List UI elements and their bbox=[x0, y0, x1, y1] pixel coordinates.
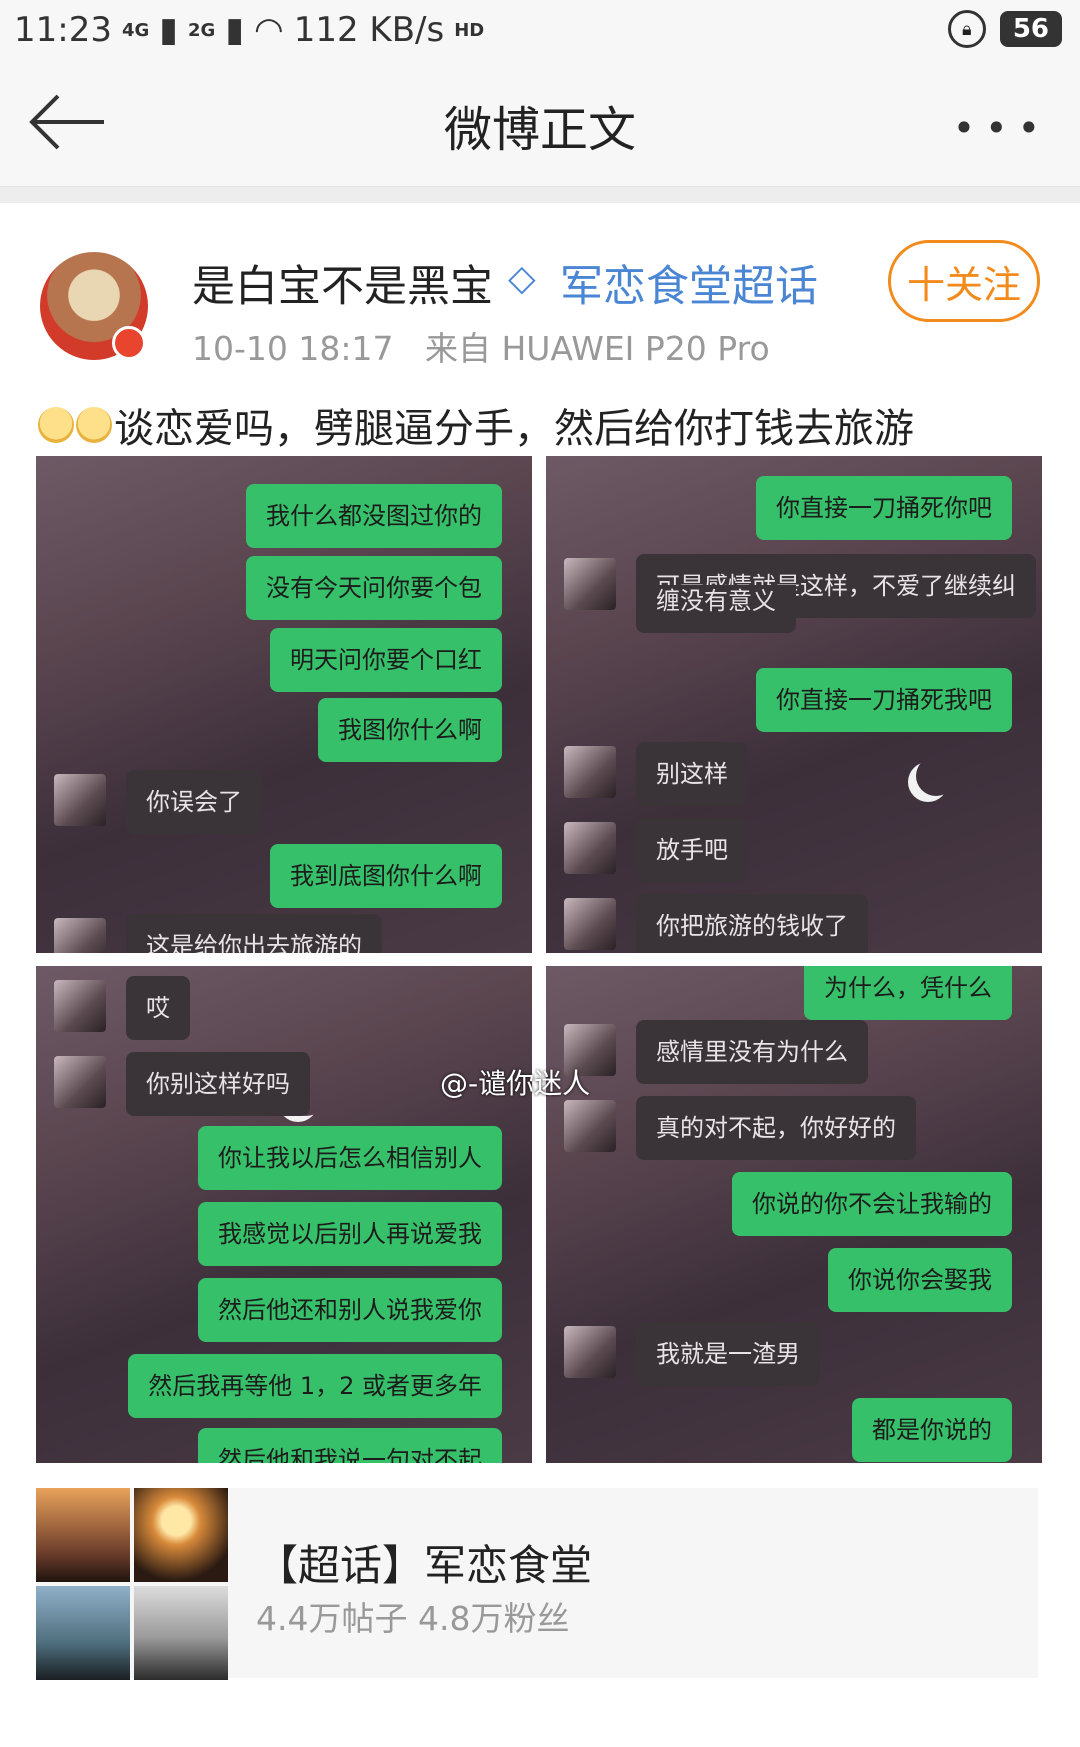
chat-bubble: 我感觉以后别人再说爱我 bbox=[198, 1202, 502, 1267]
doge-emoji-icon bbox=[76, 407, 112, 443]
topic-link[interactable]: 军恋食堂超话 bbox=[560, 252, 818, 314]
chat-bubble: 这是给你出去旅游的 bbox=[126, 914, 382, 953]
chat-bubble: 明天问你要个口红 bbox=[270, 628, 502, 693]
chat-bubble: 我图你什么啊 bbox=[318, 698, 502, 763]
status-right: 🔒︎ 56 bbox=[947, 10, 1062, 48]
topic-thumb bbox=[134, 1586, 228, 1680]
network-2g: 2G bbox=[188, 19, 216, 41]
post-image-2[interactable]: 你直接一刀捅死你吧 可是感情就是这样，不爱了继续纠 缠没有意义 你直接一刀捅死我吧 别这… bbox=[546, 456, 1042, 953]
chat-bubble: 我到底图你什么啊 bbox=[270, 844, 502, 909]
post-source: 来自 HUAWEI P20 Pro bbox=[424, 329, 770, 368]
signal-icon: ▮ bbox=[159, 10, 179, 50]
network-4g: 4G bbox=[121, 19, 150, 41]
nav-bar: 微博正文 ••• bbox=[0, 58, 1080, 188]
topic-thumb bbox=[36, 1488, 130, 1582]
rotation-lock-icon: 🔒︎ bbox=[947, 10, 986, 48]
net-speed: 112 KB/s bbox=[293, 10, 445, 50]
follow-button[interactable]: 十关注 bbox=[888, 240, 1040, 322]
chat-bubble: 没有今天问你要个包 bbox=[246, 556, 502, 621]
super-topic-icon: ◇ bbox=[508, 258, 536, 299]
chat-bubble: 别这样 bbox=[636, 742, 748, 807]
chat-avatar bbox=[564, 898, 616, 950]
post-image-1[interactable]: 我什么都没图过你的 没有今天问你要个包明天问你要个口红 我图你什么啊 你误会了 我到底图… bbox=[36, 456, 532, 953]
post-image-3[interactable]: 哎你别这样好吗你让我以后怎么相信别人 我感觉以后别人再说爱我 然后他还和别人说我爱你… bbox=[36, 966, 532, 1463]
username[interactable]: 是白宝不是黑宝 bbox=[192, 252, 493, 314]
chat-avatar bbox=[564, 746, 616, 798]
page-title: 微博正文 bbox=[443, 102, 636, 158]
post-body: 谈恋爱吗，劈腿逼分手，然后给你打钱去旅游 bbox=[114, 406, 914, 452]
chat-bubble: 我什么都没图过你的 bbox=[246, 484, 502, 549]
moon-icon bbox=[916, 756, 956, 796]
divider bbox=[0, 187, 1080, 203]
chat-bubble: 都是你说的 bbox=[852, 1398, 1012, 1463]
chat-bubble: 你别这样好吗 bbox=[126, 1052, 310, 1117]
chat-bubble: 然后他还和别人说我爱你 bbox=[198, 1278, 502, 1343]
chat-avatar bbox=[564, 822, 616, 874]
chat-bubble: 你直接一刀捅死我吧 bbox=[756, 668, 1012, 733]
wifi-icon: ◠ bbox=[254, 10, 284, 50]
post-time: 10-10 18:17 bbox=[192, 329, 394, 368]
avatar-badge-icon bbox=[112, 326, 146, 360]
chat-bubble: 为什么，凭什么 bbox=[804, 966, 1012, 1021]
post-text: 谈恋爱吗，劈腿逼分手，然后给你打钱去旅游 bbox=[38, 396, 914, 454]
chat-bubble: 你让我以后怎么相信别人 bbox=[198, 1126, 502, 1191]
post-meta: 10-10 18:17 来自 HUAWEI P20 Pro bbox=[192, 322, 770, 370]
status-left: 11:23 4G ▮ 2G ▮ ◠ 112 KB/s HD bbox=[14, 10, 484, 50]
doge-emoji-icon bbox=[38, 407, 74, 443]
signal-icon-2: ▮ bbox=[225, 10, 245, 50]
chat-bubble: 感情里没有为什么 bbox=[636, 1020, 868, 1085]
chat-bubble: 然后我再等他 1，2 或者更多年 bbox=[128, 1354, 502, 1419]
chat-avatar bbox=[54, 980, 106, 1032]
chat-avatar bbox=[564, 1100, 616, 1152]
post-image-4[interactable]: 为什么，凭什么 感情里没有为什么 真的对不起，你好好的你说的你不会让我输的你说你会娶… bbox=[546, 966, 1042, 1463]
topic-thumb bbox=[36, 1586, 130, 1680]
chat-bubble: 哎 bbox=[126, 976, 190, 1041]
chat-bubble: 我就是一渣男 bbox=[636, 1322, 820, 1387]
hd-icon: HD bbox=[454, 19, 485, 41]
card-stats: 4.4万帖子 4.8万粉丝 bbox=[256, 1599, 570, 1638]
chat-bubble: 缠没有意义 bbox=[636, 585, 796, 634]
status-bar: 11:23 4G ▮ 2G ▮ ◠ 112 KB/s HD 🔒︎ 56 bbox=[0, 0, 1080, 58]
chat-bubble: 真的对不起，你好好的 bbox=[636, 1096, 916, 1161]
topic-thumb bbox=[134, 1488, 228, 1582]
chat-bubble: 你说你会娶我 bbox=[828, 1248, 1012, 1313]
chat-avatar bbox=[54, 774, 106, 826]
card-title[interactable]: 【超话】军恋食堂 bbox=[256, 1532, 592, 1593]
chat-avatar bbox=[54, 1056, 106, 1108]
clock: 11:23 bbox=[14, 10, 112, 50]
chat-bubble: 然后他和我说一句对不起 bbox=[198, 1428, 502, 1463]
chat-bubble: 你误会了 bbox=[126, 770, 262, 835]
chat-avatar bbox=[564, 1326, 616, 1378]
chat-bubble: 你直接一刀捅死你吧 bbox=[756, 476, 1012, 541]
chat-avatar bbox=[564, 558, 616, 610]
chat-avatar bbox=[54, 918, 106, 953]
battery-icon: 56 bbox=[999, 11, 1062, 47]
more-icon[interactable]: ••• bbox=[953, 106, 1050, 150]
chat-bubble: 放手吧 bbox=[636, 818, 748, 883]
chat-bubble: 你说的你不会让我输的 bbox=[732, 1172, 1012, 1237]
chat-bubble: 你把旅游的钱收了 bbox=[636, 894, 868, 953]
image-watermark: @-谴你迷人 bbox=[440, 1067, 591, 1100]
